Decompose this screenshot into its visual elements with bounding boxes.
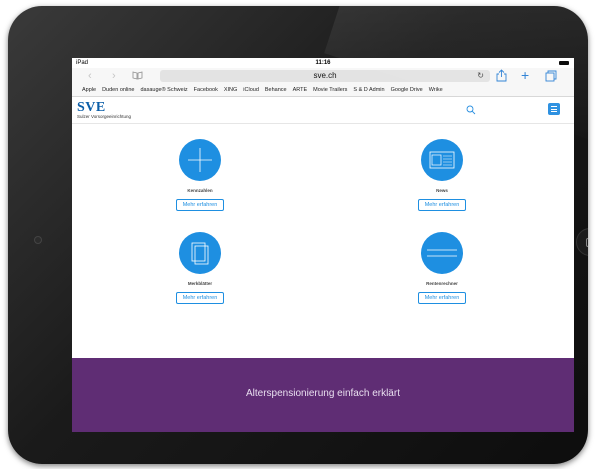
tile-label: Rentenrechner bbox=[426, 281, 458, 286]
logo-subtitle: Sulzer Vorsorgeeinrichtung bbox=[77, 114, 132, 119]
more-button[interactable]: Mehr erfahren bbox=[175, 199, 225, 211]
favorite-link[interactable]: dasauge® Schweiz bbox=[141, 87, 188, 93]
ipad-frame: iPad 11:16 ‹ › sve.ch ↻ + Apple Duden on… bbox=[8, 6, 588, 464]
url-bar[interactable]: sve.ch ↻ bbox=[160, 70, 490, 82]
favorite-link[interactable]: S & D Admin bbox=[353, 87, 384, 93]
reload-icon[interactable]: ↻ bbox=[477, 70, 484, 82]
documents-icon[interactable] bbox=[179, 232, 221, 274]
plus-icon[interactable] bbox=[179, 139, 221, 181]
browser-toolbar: ‹ › sve.ch ↻ + bbox=[72, 67, 574, 84]
share-icon[interactable] bbox=[496, 69, 507, 82]
tile-label: Merkblätter bbox=[187, 281, 213, 286]
screen: iPad 11:16 ‹ › sve.ch ↻ + Apple Duden on… bbox=[72, 58, 574, 432]
tile-kennzahlen: Kennzahlen Mehr erfahren bbox=[140, 139, 260, 211]
more-button[interactable]: Mehr erfahren bbox=[175, 292, 225, 304]
menu-button[interactable] bbox=[548, 103, 560, 115]
hero-banner[interactable]: Alterspensionierung einfach erklärt bbox=[72, 358, 574, 432]
status-bar: iPad 11:16 bbox=[72, 58, 574, 68]
favorite-link[interactable]: Behance bbox=[265, 87, 287, 93]
calculator-icon[interactable] bbox=[421, 232, 463, 274]
bookmarks-icon[interactable] bbox=[132, 71, 143, 80]
battery-icon bbox=[559, 61, 569, 65]
favorite-link[interactable]: Duden online bbox=[102, 87, 134, 93]
back-icon[interactable]: ‹ bbox=[88, 70, 92, 82]
favorites-bar: Apple Duden online dasauge® Schweiz Face… bbox=[72, 84, 574, 97]
banner-text: Alterspensionierung einfach erklärt bbox=[246, 388, 400, 399]
forward-icon[interactable]: › bbox=[112, 70, 116, 82]
more-button[interactable]: Mehr erfahren bbox=[417, 292, 467, 304]
tabs-icon[interactable] bbox=[545, 70, 557, 82]
url-text: sve.ch bbox=[313, 71, 337, 80]
clock: 11:16 bbox=[315, 60, 331, 66]
quicklinks-grid: Kennzahlen Mehr erfahren News Mehr erfah… bbox=[72, 124, 574, 304]
new-tab-icon[interactable]: + bbox=[521, 67, 529, 83]
tile-merkblaetter: Merkblätter Mehr erfahren bbox=[140, 232, 260, 304]
tile-label: Kennzahlen bbox=[187, 188, 213, 193]
favorite-link[interactable]: Wrike bbox=[429, 87, 443, 93]
site-header: SVE Sulzer Vorsorgeeinrichtung bbox=[72, 97, 574, 124]
tile-label: News bbox=[436, 188, 448, 193]
favorite-link[interactable]: Facebook bbox=[194, 87, 218, 93]
more-button[interactable]: Mehr erfahren bbox=[417, 199, 467, 211]
news-icon[interactable] bbox=[421, 139, 463, 181]
search-icon[interactable] bbox=[466, 105, 476, 115]
favorite-link[interactable]: iCloud bbox=[243, 87, 259, 93]
camera bbox=[34, 236, 42, 244]
favorite-link[interactable]: Movie Trailers bbox=[313, 87, 347, 93]
favorite-link[interactable]: Apple bbox=[82, 87, 96, 93]
favorite-link[interactable]: XING bbox=[224, 87, 237, 93]
favorite-link[interactable]: ARTE bbox=[293, 87, 308, 93]
favorite-link[interactable]: Google Drive bbox=[391, 87, 423, 93]
home-button[interactable] bbox=[576, 228, 588, 256]
tile-rentenrechner: Rentenrechner Mehr erfahren bbox=[382, 232, 502, 304]
tile-news: News Mehr erfahren bbox=[382, 139, 502, 211]
